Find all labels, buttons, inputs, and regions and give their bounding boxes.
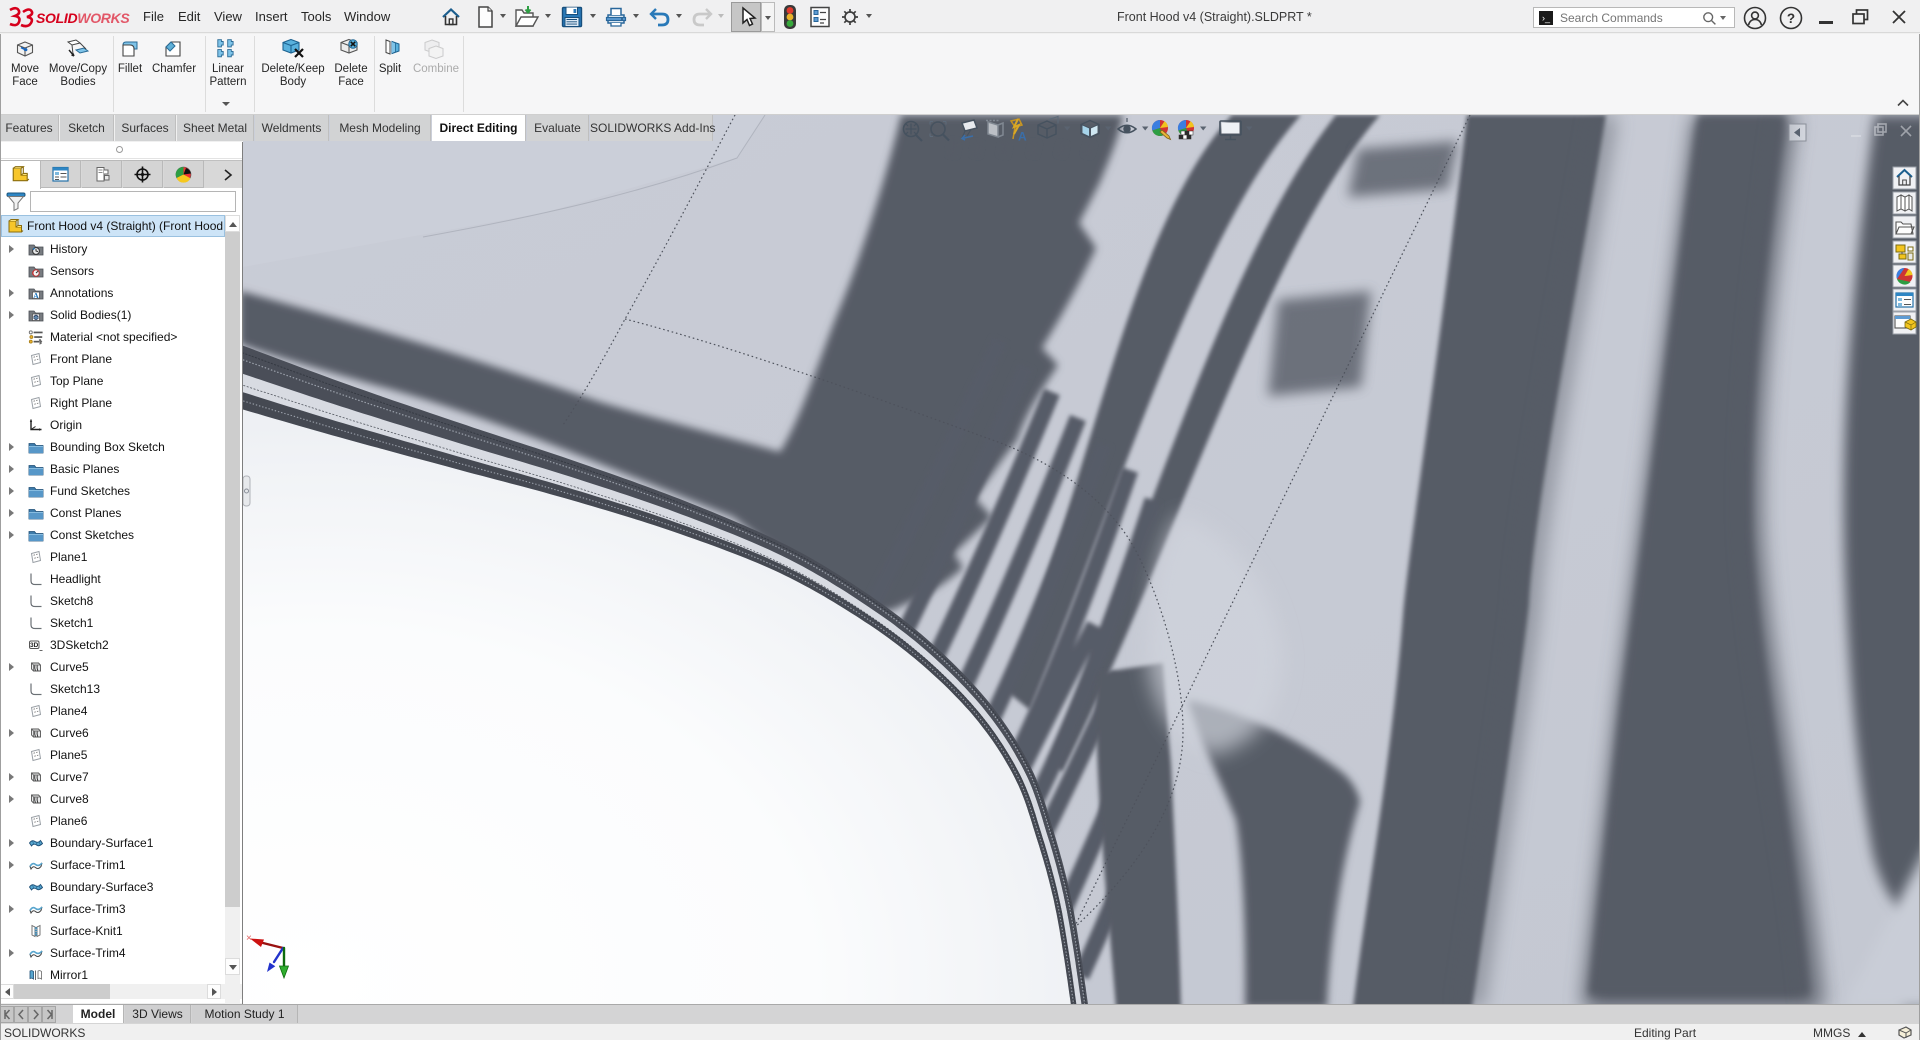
svg-text:A: A: [33, 291, 39, 300]
svg-text:3D: 3D: [30, 642, 39, 649]
svg-text:×: ×: [246, 933, 252, 944]
svg-text:SOLIDWORKS: SOLIDWORKS: [36, 10, 130, 26]
svg-text:?: ?: [1787, 11, 1795, 26]
svg-text:A: A: [1018, 130, 1027, 144]
